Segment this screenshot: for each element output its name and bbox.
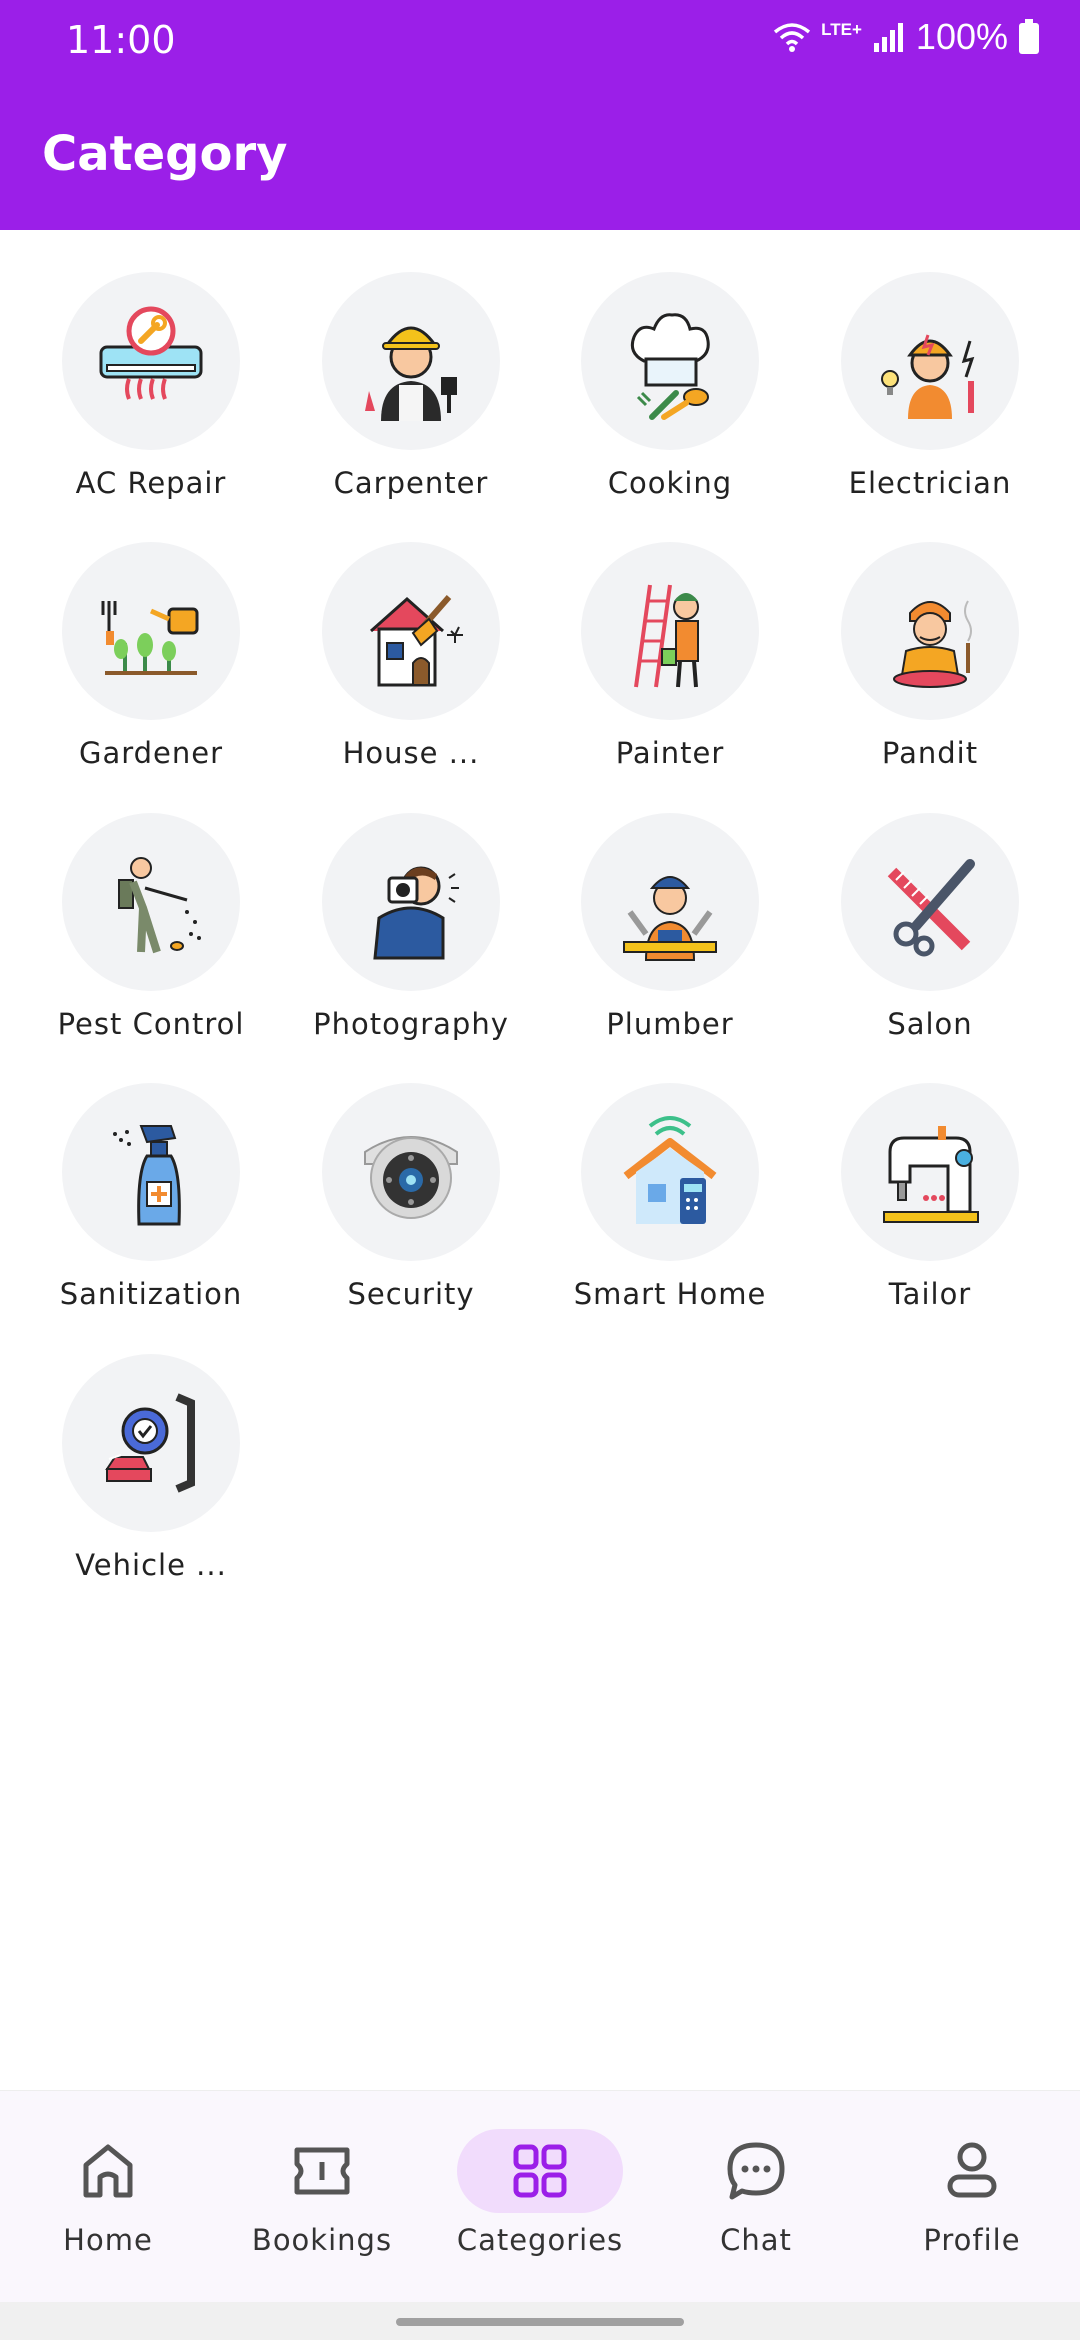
category-smart-home[interactable]: Smart Home <box>540 1083 800 1333</box>
electrician-icon <box>881 334 975 419</box>
status-time: 11:00 <box>66 18 176 62</box>
category-security[interactable]: Security <box>281 1083 541 1333</box>
vehicle-service-icon <box>105 1393 195 1493</box>
category-icon-circle <box>62 813 240 991</box>
category-label: House ... <box>342 736 480 770</box>
category-label: Security <box>347 1277 475 1311</box>
gesture-bar <box>0 2302 1080 2340</box>
photographer-icon <box>373 866 459 960</box>
category-icon-circle <box>841 813 1019 991</box>
category-label: Electrician <box>848 466 1012 500</box>
category-icon-circle <box>581 1083 759 1261</box>
category-icon-circle <box>581 813 759 991</box>
nav-categories[interactable]: Categories <box>440 2129 640 2257</box>
nav-label: Categories <box>456 2223 624 2257</box>
category-icon-circle <box>322 813 500 991</box>
status-bar: 11:00 LTE+ 100% <box>0 0 1080 82</box>
active-indicator <box>457 2129 623 2213</box>
painter-icon <box>634 584 699 688</box>
category-label: Painter <box>615 736 725 770</box>
plumber-icon <box>623 876 717 961</box>
category-label: Pandit <box>881 736 979 770</box>
category-label: Vehicle ... <box>75 1548 227 1582</box>
category-icon-circle <box>841 1083 1019 1261</box>
nav-chat[interactable]: Chat <box>656 2129 856 2257</box>
battery-icon <box>1019 19 1039 54</box>
ac-repair-icon <box>99 306 203 400</box>
category-plumber[interactable]: Plumber <box>540 813 800 1063</box>
category-icon-circle <box>841 542 1019 720</box>
security-camera-icon <box>364 1136 458 1219</box>
category-label: Carpenter <box>333 466 489 500</box>
category-cooking[interactable]: Cooking <box>540 272 800 522</box>
category-painter[interactable]: Painter <box>540 542 800 792</box>
category-icon-circle <box>62 1083 240 1261</box>
category-label: Tailor <box>888 1277 972 1311</box>
category-salon[interactable]: Salon <box>800 813 1060 1063</box>
battery-percent: 100% <box>915 16 1008 57</box>
nav-label: Profile <box>923 2223 1021 2257</box>
category-label: Salon <box>887 1007 973 1041</box>
category-label: Sanitization <box>59 1277 243 1311</box>
wifi-icon <box>774 23 811 52</box>
signal-icon <box>873 23 903 52</box>
category-sanitization[interactable]: Sanitization <box>21 1083 281 1333</box>
category-icon-circle <box>322 272 500 450</box>
category-icon-circle <box>322 1083 500 1261</box>
category-icon-circle <box>62 1354 240 1532</box>
grid-icon <box>513 2144 567 2198</box>
category-label: Cooking <box>607 466 733 500</box>
spray-bottle-icon <box>113 1125 181 1226</box>
category-tailor[interactable]: Tailor <box>800 1083 1060 1333</box>
category-label: AC Repair <box>75 466 227 500</box>
category-label: Gardener <box>78 736 224 770</box>
gardener-icon <box>101 601 199 675</box>
pandit-icon <box>893 600 972 688</box>
network-type: LTE+ <box>821 20 862 39</box>
category-label: Smart Home <box>573 1277 767 1311</box>
salon-icon <box>887 859 975 957</box>
category-icon-circle <box>322 542 500 720</box>
pest-control-icon <box>118 857 201 954</box>
chat-bubble-icon <box>727 2142 785 2200</box>
category-icon-circle <box>62 542 240 720</box>
category-carpenter[interactable]: Carpenter <box>281 272 541 522</box>
category-vehicle-service[interactable]: Vehicle ... <box>21 1354 281 1604</box>
carpenter-icon <box>365 326 457 421</box>
home-gesture-handle[interactable] <box>396 2318 684 2326</box>
app-bar: Category <box>0 82 1080 230</box>
nav-profile[interactable]: Profile <box>872 2129 1072 2257</box>
category-icon-circle <box>841 272 1019 450</box>
nav-label: Chat <box>720 2223 792 2257</box>
smart-home-icon <box>623 1116 717 1224</box>
nav-label: Home <box>63 2223 153 2257</box>
nav-label: Bookings <box>251 2223 393 2257</box>
category-ac-repair[interactable]: AC Repair <box>21 272 281 522</box>
category-label: Photography <box>313 1007 509 1041</box>
category-label: Pest Control <box>57 1007 245 1041</box>
ticket-icon <box>294 2147 350 2195</box>
home-icon <box>83 2144 133 2198</box>
category-electrician[interactable]: Electrician <box>800 272 1060 522</box>
category-label: Plumber <box>606 1007 734 1041</box>
category-gardener[interactable]: Gardener <box>21 542 281 792</box>
nav-bookings[interactable]: Bookings <box>222 2129 422 2257</box>
status-icons: LTE+ 100% <box>773 16 1040 58</box>
category-pandit[interactable]: Pandit <box>800 542 1060 792</box>
category-house-cleaning[interactable]: House ... <box>281 542 541 792</box>
category-icon-circle <box>581 272 759 450</box>
sewing-machine-icon <box>883 1126 979 1223</box>
category-icon-circle <box>62 272 240 450</box>
person-icon <box>947 2142 997 2198</box>
house-cleaning-icon <box>370 595 463 687</box>
page-title: Category <box>42 126 288 182</box>
category-pest-control[interactable]: Pest Control <box>21 813 281 1063</box>
bottom-nav: Home Bookings Categories Chat Profile <box>0 2090 1080 2302</box>
category-icon-circle <box>581 542 759 720</box>
chef-hat-icon <box>630 313 710 420</box>
category-photography[interactable]: Photography <box>281 813 541 1063</box>
nav-home[interactable]: Home <box>8 2129 208 2257</box>
